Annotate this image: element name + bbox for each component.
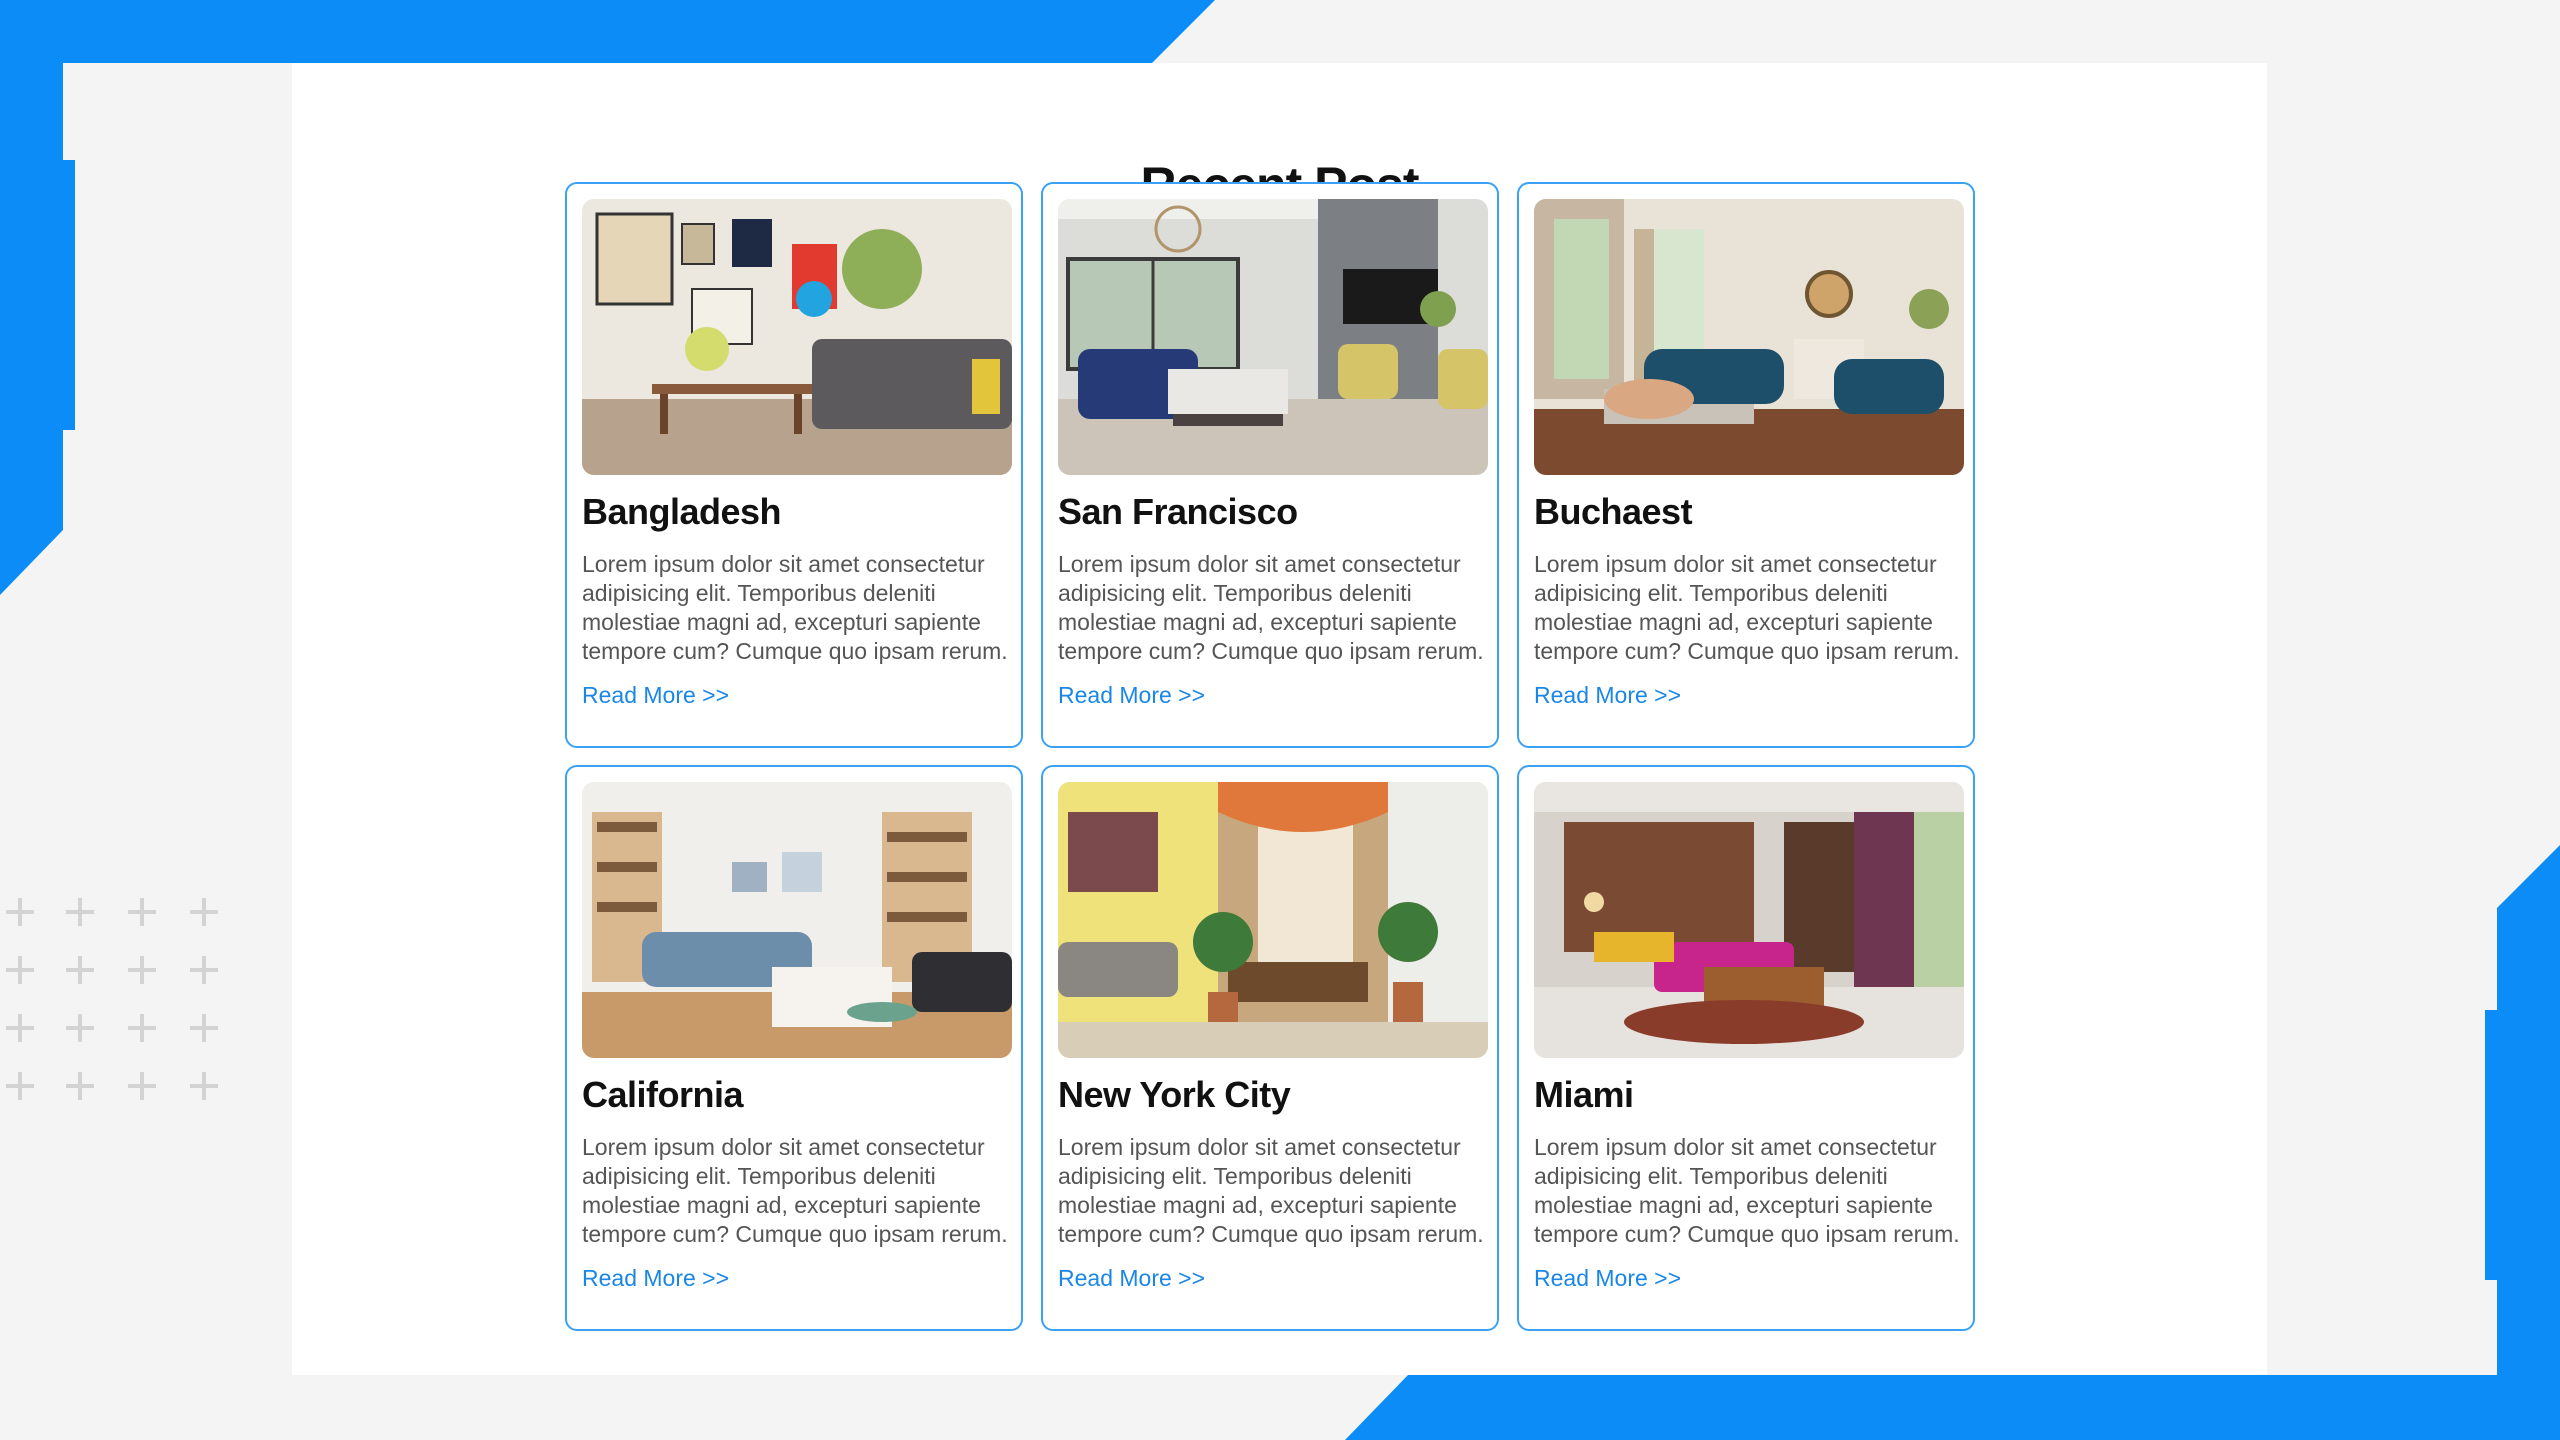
plus-icon [66, 898, 94, 926]
post-excerpt: Lorem ipsum dolor sit amet consectetur a… [582, 1134, 1008, 1247]
living-room-image [582, 199, 1012, 475]
read-more-link[interactable]: Read More >> [1058, 1263, 1205, 1293]
post-excerpt: Lorem ipsum dolor sit amet consectetur a… [1058, 551, 1484, 664]
living-room-image [1058, 782, 1488, 1058]
plus-icon [190, 956, 218, 984]
plus-icon [190, 898, 218, 926]
post-card-new-york-city: New York City Lorem ipsum dolor sit amet… [1041, 765, 1499, 1331]
plus-icon [6, 956, 34, 984]
post-image[interactable] [582, 782, 1012, 1058]
post-image[interactable] [1058, 199, 1488, 475]
decor-plus-pattern [0, 890, 230, 1110]
post-excerpt: Lorem ipsum dolor sit amet consectetur a… [1534, 1134, 1960, 1247]
plus-icon [128, 898, 156, 926]
post-excerpt: Lorem ipsum dolor sit amet consectetur a… [582, 551, 1008, 664]
post-title: Bangladesh [582, 491, 782, 532]
post-title: San Francisco [1058, 491, 1298, 532]
plus-icon [66, 1014, 94, 1042]
plus-icon [6, 898, 34, 926]
plus-icon [66, 956, 94, 984]
post-card-bangladesh: Bangladesh Lorem ipsum dolor sit amet co… [565, 182, 1023, 748]
plus-icon [190, 1014, 218, 1042]
decor-left-bar-middle [0, 160, 75, 430]
post-card-san-francisco: San Francisco Lorem ipsum dolor sit amet… [1041, 182, 1499, 748]
decor-right-bar-middle [2485, 1010, 2560, 1280]
plus-icon [66, 1072, 94, 1100]
decor-left-bar-upper [0, 0, 63, 160]
recent-post-section: Recent Post Bangladesh [292, 63, 2267, 1375]
post-excerpt: Lorem ipsum dolor sit amet consectetur a… [1058, 1134, 1484, 1247]
read-more-link[interactable]: Read More >> [582, 680, 729, 710]
post-image[interactable] [1534, 199, 1964, 475]
post-image[interactable] [582, 199, 1012, 475]
decor-bottom-right-band [1345, 1375, 2560, 1440]
decor-left-bar-lower [0, 430, 63, 595]
read-more-link[interactable]: Read More >> [582, 1263, 729, 1293]
post-title: Buchaest [1534, 491, 1693, 532]
living-room-image [582, 782, 1012, 1058]
plus-icon [6, 1014, 34, 1042]
living-room-image [1534, 199, 1964, 475]
decor-top-left-band [0, 0, 1215, 63]
plus-icon [128, 956, 156, 984]
read-more-link[interactable]: Read More >> [1534, 1263, 1681, 1293]
bedroom-image [1534, 782, 1964, 1058]
plus-icon [190, 1072, 218, 1100]
post-title: Miami [1534, 1074, 1634, 1115]
post-title: California [582, 1074, 744, 1115]
post-image[interactable] [1534, 782, 1964, 1058]
living-room-image [1058, 199, 1488, 475]
post-card-miami: Miami Lorem ipsum dolor sit amet consect… [1517, 765, 1975, 1331]
plus-icon [128, 1072, 156, 1100]
plus-icon [6, 1072, 34, 1100]
read-more-link[interactable]: Read More >> [1058, 680, 1205, 710]
post-card-california: California Lorem ipsum dolor sit amet co… [565, 765, 1023, 1331]
read-more-link[interactable]: Read More >> [1534, 680, 1681, 710]
post-card-buchaest: Buchaest Lorem ipsum dolor sit amet cons… [1517, 182, 1975, 748]
post-image[interactable] [1058, 782, 1488, 1058]
plus-icon [128, 1014, 156, 1042]
post-excerpt: Lorem ipsum dolor sit amet consectetur a… [1534, 551, 1960, 664]
post-title: New York City [1058, 1074, 1291, 1115]
decor-right-bar-upper [2497, 845, 2560, 1010]
